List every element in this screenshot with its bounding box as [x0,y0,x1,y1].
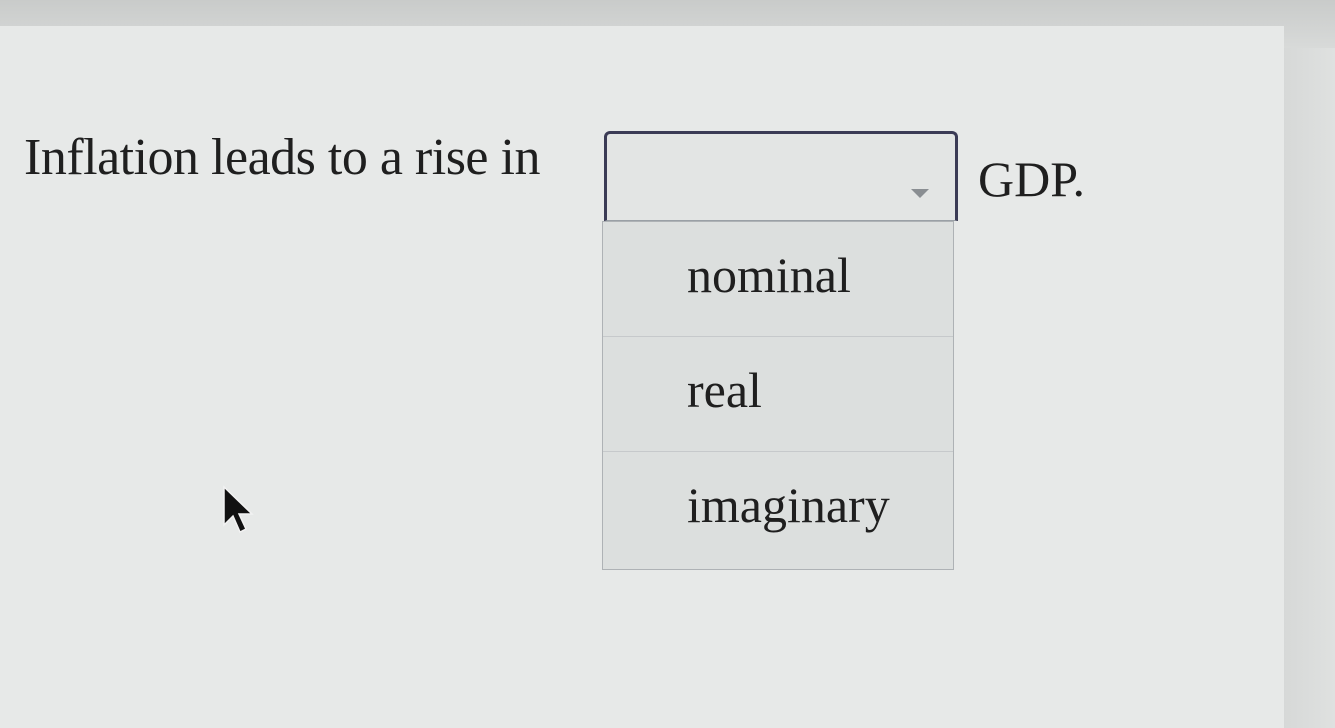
option-label: real [687,362,762,418]
select-options-list: nominal real imaginary [602,221,954,570]
option-label: imaginary [687,477,890,533]
option-real[interactable]: real [603,337,953,452]
option-label: nominal [687,247,851,303]
mouse-pointer-icon [223,485,254,534]
question-suffix-text: GDP. [978,151,1085,207]
chevron-down-icon[interactable] [911,189,929,198]
question-prefix-text: Inflation leads to a rise in [24,129,540,186]
screen-right-edge [1282,48,1335,728]
option-nominal[interactable]: nominal [603,222,953,337]
answer-select[interactable] [604,131,958,221]
option-imaginary[interactable]: imaginary [603,452,953,567]
